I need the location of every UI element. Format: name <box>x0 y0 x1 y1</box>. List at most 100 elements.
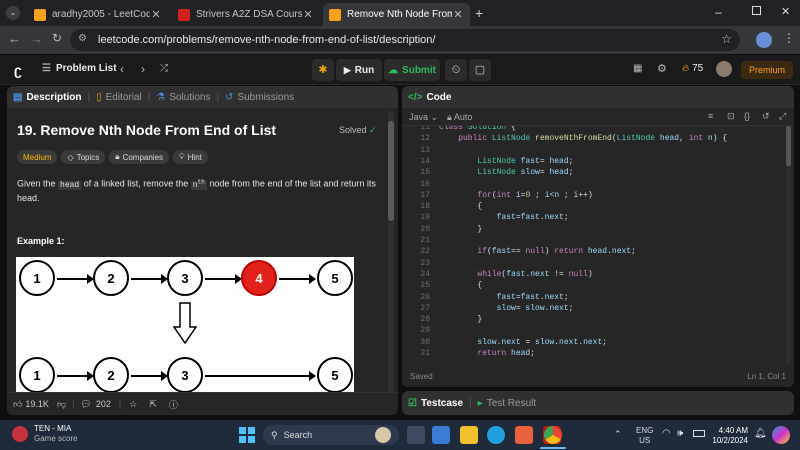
widgets-icon[interactable] <box>432 426 450 444</box>
tab-editorial[interactable]: ▯ Editorial <box>90 86 148 108</box>
notes-icon[interactable]: ▢ <box>469 59 491 81</box>
menu-dots-icon[interactable]: ⋮ <box>783 31 795 45</box>
line-number: 13 <box>420 145 430 155</box>
run-button[interactable]: ▶ Run <box>336 59 382 81</box>
like-button[interactable]: 👍︎ 19.1K <box>13 399 49 410</box>
task-view-icon[interactable] <box>407 426 425 444</box>
maximize-button[interactable] <box>752 6 761 15</box>
comments-button[interactable]: 💬︎ 202 <box>80 399 110 410</box>
close-window-button[interactable]: ✕ <box>781 5 790 18</box>
code-line[interactable]: { <box>439 202 482 211</box>
code-line[interactable]: class Solution { <box>439 126 516 132</box>
editor-scrollbar[interactable] <box>786 126 791 363</box>
code-line[interactable]: for(int i=0 ; i<n ; i++) <box>439 191 592 200</box>
volume-icon[interactable]: 🕪︎ <box>677 428 683 439</box>
arrow-icon <box>57 371 94 381</box>
site-info-icon[interactable]: ⚙ <box>78 33 87 44</box>
code-line[interactable]: ListNode slow= head; <box>439 168 573 177</box>
code-line[interactable]: } <box>439 315 482 324</box>
file-explorer-icon[interactable] <box>460 426 478 444</box>
scrollbar[interactable] <box>388 111 394 393</box>
code-line[interactable]: slow= slow.next; <box>439 304 574 313</box>
layout-icon[interactable]: ▦ <box>633 63 642 74</box>
scrollbar-thumb[interactable] <box>786 126 791 166</box>
battery-icon[interactable] <box>693 430 705 437</box>
tab-testcase[interactable]: ☑ Testcase <box>402 392 469 414</box>
chrome-taskbar-icon[interactable] <box>544 426 562 444</box>
problem-list-button[interactable]: ☰ Problem List <box>42 63 117 74</box>
back-icon[interactable]: ← <box>8 31 21 46</box>
topics-button[interactable]: ◇ Topics <box>61 150 106 164</box>
tray-overflow-icon[interactable]: ⌃ <box>614 429 622 440</box>
reset-icon[interactable]: ↺ <box>762 111 770 122</box>
debug-icon[interactable]: ✱ <box>312 59 334 81</box>
language-select[interactable]: Java ⌄ <box>409 112 438 123</box>
braces-icon[interactable]: {} <box>744 111 750 121</box>
prev-problem-icon[interactable]: ‹ <box>120 62 124 76</box>
copilot-icon[interactable] <box>772 426 790 444</box>
leetcode-logo-icon[interactable]: ʗ <box>14 62 22 78</box>
line-number: 29 <box>420 326 430 336</box>
game-widget[interactable]: TEN - MIA Game score <box>12 424 78 444</box>
shuffle-icon[interactable]: ⤮ <box>160 63 168 74</box>
companies-button[interactable]: 🔒︎ Companies <box>109 150 170 164</box>
dislike-button[interactable]: 👎︎ <box>57 399 66 410</box>
format-icon[interactable]: ≡ <box>708 111 713 121</box>
help-icon[interactable]: ⓘ <box>169 398 178 411</box>
language-indicator[interactable]: ENG US <box>636 426 653 446</box>
close-tab-icon[interactable]: ✕ <box>452 8 464 21</box>
code-line[interactable]: ListNode fast= head; <box>439 157 573 166</box>
code-line[interactable]: fast=fast.next; <box>439 213 569 222</box>
wifi-icon[interactable]: ◠ <box>662 428 671 439</box>
line-number: 28 <box>420 315 430 325</box>
tab-code[interactable]: </> Code <box>402 86 457 108</box>
close-tab-icon[interactable]: ✕ <box>302 8 314 21</box>
tab-search-button[interactable]: ⌄ <box>6 6 20 20</box>
streak-counter[interactable]: 🔥︎ 75 <box>682 63 703 74</box>
timer-icon[interactable]: ⏲ <box>445 59 467 81</box>
code-line[interactable]: slow.next = slow.next.next; <box>439 338 607 347</box>
code-line[interactable]: { <box>439 281 482 290</box>
settings-gear-icon[interactable]: ⚙ <box>657 62 667 75</box>
edge-icon[interactable] <box>487 426 505 444</box>
taskbar-search[interactable]: ⚲ Search <box>263 425 399 445</box>
code-line[interactable]: return head; <box>439 349 535 358</box>
lock-mode[interactable]: 🔒︎ Auto <box>447 112 472 123</box>
share-icon[interactable]: ⇱ <box>149 399 157 410</box>
close-tab-icon[interactable]: ✕ <box>150 8 162 21</box>
start-windows-icon[interactable] <box>239 427 255 443</box>
submit-button[interactable]: ☁ Submit <box>384 59 440 81</box>
tab-description[interactable]: ▤ Description <box>7 86 87 108</box>
tab-test-result[interactable]: ▸ Test Result <box>472 392 543 414</box>
reload-icon[interactable]: ↻ <box>52 31 62 45</box>
fullscreen-icon[interactable]: ⤢ <box>779 111 786 122</box>
minimize-button[interactable]: – <box>715 5 722 19</box>
browser-tab[interactable]: Strivers A2Z DSA Course/Sheet ✕ <box>172 3 320 26</box>
avatar[interactable] <box>716 61 732 77</box>
favorite-star-icon[interactable]: ☆ <box>129 399 137 410</box>
clock[interactable]: 4:40 AM 10/2/2024 <box>712 426 748 446</box>
tab-submissions[interactable]: ↺ Submissions <box>219 86 300 108</box>
store-icon[interactable] <box>515 426 533 444</box>
new-tab-button[interactable]: + <box>475 5 483 21</box>
bookmark-icon[interactable]: ⊡ <box>727 111 735 122</box>
code-line[interactable]: if(fast== null) return head.next; <box>439 247 636 256</box>
next-problem-icon[interactable]: › <box>141 62 145 76</box>
scrollbar-thumb[interactable] <box>388 121 394 221</box>
tab-solutions[interactable]: ⚗ Solutions <box>150 86 216 108</box>
browser-tab-active[interactable]: Remove Nth Node From End of ✕ <box>323 3 470 26</box>
code-line[interactable]: } <box>439 225 482 234</box>
code-editor[interactable]: 11 class Solution {12 public ListNode rem… <box>402 126 794 363</box>
premium-button[interactable]: Premium <box>741 61 793 79</box>
url-field[interactable]: ⚙ leetcode.com/problems/remove-nth-node-… <box>70 29 740 51</box>
code-line[interactable]: fast=fast.next; <box>439 293 569 302</box>
browser-tab[interactable]: aradhy2005 - LeetCode Profile ✕ <box>28 3 168 26</box>
extension-icon[interactable] <box>756 32 772 48</box>
hint-button[interactable]: 💡︎ Hint <box>173 150 208 164</box>
code-line[interactable]: while(fast.next != null) <box>439 270 592 279</box>
notification-bell-icon[interactable]: 🔔︎ <box>754 428 767 439</box>
forward-icon[interactable]: → <box>30 31 43 46</box>
bookmark-star-icon[interactable]: ☆ <box>721 32 732 46</box>
line-number: 22 <box>420 247 430 257</box>
code-line[interactable]: public ListNode removeNthFromEnd(ListNod… <box>439 134 727 143</box>
